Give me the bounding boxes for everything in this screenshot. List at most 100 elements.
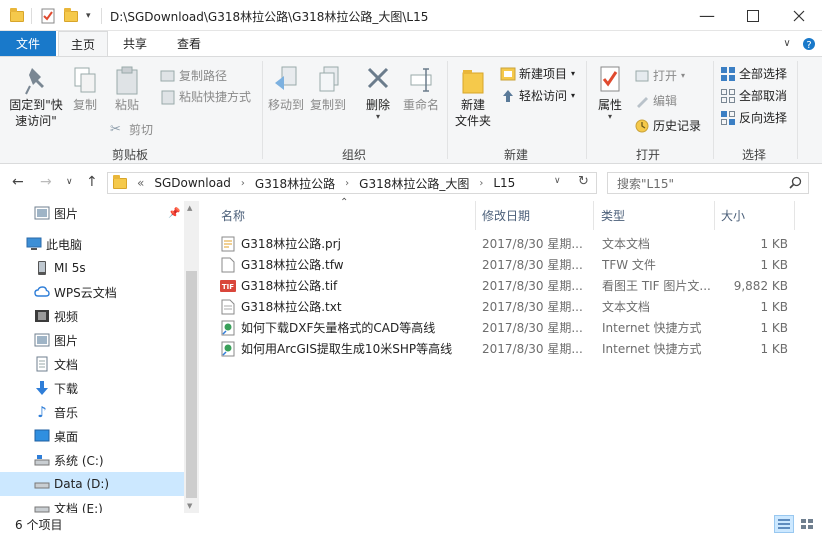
drive-icon xyxy=(34,500,50,513)
cut-button[interactable]: ✂ 剪切 xyxy=(110,121,153,138)
file-row[interactable]: 如何下载DXF矢量格式的CAD等高线 2017/8/30 星期... Inter… xyxy=(215,317,815,338)
tab-file[interactable]: 文件 xyxy=(0,31,56,56)
column-header-date[interactable]: 修改日期 xyxy=(482,201,530,230)
nav-item-data-d[interactable]: Data (D:) xyxy=(0,472,184,496)
nav-item-videos[interactable]: 视频 xyxy=(0,304,184,328)
paste-shortcut-button[interactable]: 粘贴快捷方式 xyxy=(160,88,251,105)
invert-selection-button[interactable]: 反向选择 xyxy=(720,109,787,126)
column-separator[interactable] xyxy=(794,201,795,230)
recent-locations-icon[interactable]: ∨ xyxy=(66,177,73,187)
column-header-name[interactable]: 名称 xyxy=(221,201,245,230)
select-all-button[interactable]: 全部选择 xyxy=(720,65,787,82)
pin-icon[interactable]: 📌 xyxy=(168,208,180,219)
easy-access-icon xyxy=(500,88,516,104)
edit-label: 编辑 xyxy=(653,94,678,108)
easy-access-button[interactable]: 轻松访问 ▾ xyxy=(500,87,575,104)
breadcrumb-separator-icon[interactable]: › xyxy=(345,178,349,189)
file-date: 2017/8/30 星期... xyxy=(482,300,583,314)
nav-item-pictures[interactable]: 图片 xyxy=(0,328,184,352)
copy-to-button[interactable]: 复制到 xyxy=(308,65,348,113)
breadcrumb-overflow[interactable]: « xyxy=(137,176,144,190)
search-input[interactable]: 搜索"L15" xyxy=(607,172,809,194)
copy-button[interactable]: 复制 xyxy=(70,65,100,113)
column-header-size[interactable]: 大小 xyxy=(721,201,745,230)
rename-button[interactable]: 重命名 xyxy=(400,65,442,113)
drive-icon xyxy=(34,476,50,492)
select-none-button[interactable]: 全部取消 xyxy=(720,87,787,104)
maximize-button[interactable] xyxy=(730,0,776,31)
file-name-cell: G318林拉公路.txt xyxy=(220,296,473,317)
scroll-up-icon[interactable]: ▲ xyxy=(187,204,192,212)
column-separator[interactable] xyxy=(714,201,715,230)
new-folder-button[interactable]: 新建 文件夹 xyxy=(450,65,496,129)
up-arrow-icon[interactable]: ↑ xyxy=(86,174,98,190)
minimize-button[interactable]: — xyxy=(684,0,730,31)
address-bar[interactable]: « SGDownload › G318林拉公路 › G318林拉公路_大图 › … xyxy=(107,172,597,194)
rename-icon xyxy=(410,68,432,92)
column-header-type[interactable]: 类型 xyxy=(601,201,625,230)
nav-item-music[interactable]: ♪ 音乐 xyxy=(0,400,184,424)
forward-arrow-icon[interactable]: → xyxy=(40,174,52,190)
nav-item-label: 视频 xyxy=(54,309,79,324)
download-icon xyxy=(34,380,50,396)
properties-button[interactable]: 属性 ▾ xyxy=(590,65,630,121)
nav-item-this-pc[interactable]: 此电脑 xyxy=(0,232,184,256)
cloud-icon xyxy=(34,284,50,300)
nav-item-wps-cloud[interactable]: WPS云文档 xyxy=(0,280,184,304)
copy-path-button[interactable]: 复制路径 xyxy=(160,67,227,84)
properties-quick-icon[interactable] xyxy=(40,7,56,25)
file-name: 如何用ArcGIS提取生成10米SHP等高线 xyxy=(241,342,453,356)
file-row[interactable]: TIF G318林拉公路.tif 2017/8/30 星期... 看图王 TIF… xyxy=(215,275,815,296)
breadcrumb-item[interactable]: L15 xyxy=(493,176,515,190)
pin-to-quick-access-button[interactable]: 固定到"快 速访问" xyxy=(6,65,66,129)
tab-share[interactable]: 共享 xyxy=(110,31,160,56)
file-name: 如何下载DXF矢量格式的CAD等高线 xyxy=(241,321,436,335)
new-folder-quick-icon[interactable] xyxy=(64,7,78,25)
breadcrumb-separator-icon[interactable]: › xyxy=(479,178,483,189)
folder-icon xyxy=(113,175,127,190)
nav-item-downloads[interactable]: 下载 xyxy=(0,376,184,400)
scroll-down-icon[interactable]: ▼ xyxy=(187,502,192,510)
nav-item-docs-e[interactable]: 文档 (E:) xyxy=(0,496,184,513)
history-button[interactable]: 历史记录 xyxy=(634,117,701,134)
file-row[interactable]: G318林拉公路.prj 2017/8/30 星期... 文本文档 1 KB xyxy=(215,233,815,254)
tab-home[interactable]: 主页 xyxy=(58,31,108,57)
nav-item-desktop[interactable]: 桌面 xyxy=(0,424,184,448)
help-icon[interactable]: ? xyxy=(800,31,818,56)
move-to-button[interactable]: 移动到 xyxy=(266,65,306,113)
details-view-icon[interactable] xyxy=(774,515,794,533)
pin-icon xyxy=(25,68,44,95)
search-icon[interactable] xyxy=(789,176,802,192)
ribbon: 固定到"快 速访问" 复制 粘贴 复制路径 粘贴快捷方式 ✂ 剪切 剪贴板 移动… xyxy=(0,56,822,164)
edit-button[interactable]: 编辑 xyxy=(634,92,677,109)
file-row[interactable]: G318林拉公路.tfw 2017/8/30 星期... TFW 文件 1 KB xyxy=(215,254,815,275)
address-dropdown-icon[interactable]: ∨ xyxy=(554,176,561,186)
refresh-icon[interactable]: ↻ xyxy=(578,174,589,189)
customize-quick-access-icon[interactable]: ▾ xyxy=(86,7,91,25)
file-row[interactable]: G318林拉公路.txt 2017/8/30 星期... 文本文档 1 KB xyxy=(215,296,815,317)
nav-item-documents[interactable]: 文档 xyxy=(0,352,184,376)
file-row[interactable]: 如何用ArcGIS提取生成10米SHP等高线 2017/8/30 星期... I… xyxy=(215,338,815,359)
nav-item-mi5s[interactable]: MI 5s xyxy=(0,256,184,280)
breadcrumb-item[interactable]: G318林拉公路 xyxy=(255,175,335,192)
breadcrumb-separator-icon[interactable]: › xyxy=(241,178,245,189)
nav-item-pictures-pinned[interactable]: 图片 📌 xyxy=(0,201,184,225)
close-button[interactable] xyxy=(776,0,822,31)
tab-view[interactable]: 查看 xyxy=(164,31,214,56)
nav-item-label: 图片 xyxy=(54,333,79,348)
back-arrow-icon[interactable]: ← xyxy=(12,174,24,190)
new-item-button[interactable]: 新建项目 ▾ xyxy=(500,65,575,82)
open-button[interactable]: 打开 ▾ xyxy=(634,67,685,84)
nav-scrollbar[interactable]: ▲ ▼ xyxy=(184,201,199,513)
paste-button[interactable]: 粘贴 xyxy=(112,65,142,113)
file-size: 9,882 KB xyxy=(733,278,788,293)
delete-button[interactable]: 删除 ▾ xyxy=(362,65,394,121)
column-separator[interactable] xyxy=(475,201,476,230)
breadcrumb-item[interactable]: SGDownload xyxy=(154,176,231,190)
breadcrumb-item[interactable]: G318林拉公路_大图 xyxy=(359,175,469,192)
nav-item-system-c[interactable]: 系统 (C:) xyxy=(0,448,184,472)
chevron-down-icon[interactable]: ∨ xyxy=(778,31,796,56)
large-icons-view-icon[interactable] xyxy=(797,515,817,533)
nav-scrollbar-thumb[interactable] xyxy=(186,271,197,498)
column-separator[interactable] xyxy=(593,201,594,230)
